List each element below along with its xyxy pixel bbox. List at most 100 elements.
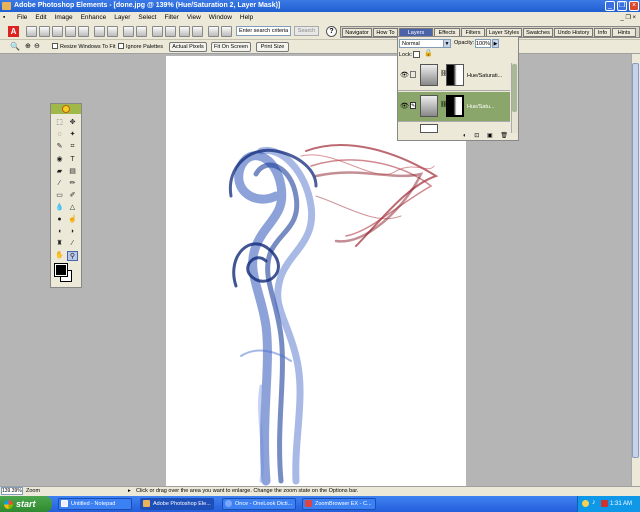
- attach-icon[interactable]: [136, 26, 147, 37]
- red-eye-icon[interactable]: ◉: [54, 155, 65, 165]
- type-tool-icon[interactable]: T: [67, 155, 78, 165]
- lock-icon[interactable]: 🔒: [424, 50, 433, 58]
- menu-layer[interactable]: Layer: [111, 12, 133, 23]
- tab-swatches[interactable]: Swatches: [523, 28, 553, 37]
- close-button[interactable]: ×: [629, 1, 639, 11]
- hand-tool-icon[interactable]: ✋: [54, 251, 65, 261]
- lasso-tool-icon[interactable]: ◌: [54, 130, 65, 140]
- clock[interactable]: 1:31 AM: [610, 496, 632, 512]
- tab-navigator[interactable]: Navigator: [342, 28, 372, 37]
- search-button[interactable]: Search: [294, 26, 319, 36]
- eyedropper-icon[interactable]: ⁄: [67, 239, 78, 249]
- import-icon[interactable]: [65, 26, 76, 37]
- email-icon[interactable]: [107, 26, 118, 37]
- step-forward-icon[interactable]: [165, 26, 176, 37]
- menu-image[interactable]: Image: [52, 12, 76, 23]
- magic-wand-icon[interactable]: ✦: [67, 130, 78, 140]
- minimize-button[interactable]: _: [605, 1, 615, 11]
- zoom-percentage-input[interactable]: 139.39%: [1, 487, 23, 495]
- pencil-tool-icon[interactable]: ✏: [67, 179, 78, 189]
- scrollbar-thumb[interactable]: [632, 63, 639, 458]
- print-icon[interactable]: [94, 26, 105, 37]
- task-onelook[interactable]: Once - OneLook Dicti...: [222, 498, 296, 510]
- visibility-eye-icon[interactable]: 👁: [400, 103, 409, 110]
- redo-icon[interactable]: [192, 26, 203, 37]
- menu-view[interactable]: View: [184, 12, 204, 23]
- layers-scroll-thumb[interactable]: [512, 64, 517, 112]
- blur-tool-icon[interactable]: 💧: [54, 203, 65, 213]
- task-zoombrowser[interactable]: ZoomBrowser EX - C...: [302, 498, 376, 510]
- blend-dropdown-arrow-icon[interactable]: ▼: [443, 39, 451, 48]
- help-icon[interactable]: ?: [326, 26, 337, 37]
- print-size-button[interactable]: Print Size: [256, 42, 289, 52]
- zoom-in-icon[interactable]: ⊕: [25, 42, 33, 52]
- actual-pixels-button[interactable]: Actual Pixels: [169, 42, 207, 52]
- menu-enhance[interactable]: Enhance: [78, 12, 110, 23]
- lock-transparency-checkbox[interactable]: [413, 51, 420, 58]
- search-input[interactable]: Enter search criteria: [236, 26, 291, 36]
- menu-select[interactable]: Select: [135, 12, 159, 23]
- ignore-palettes-checkbox[interactable]: [118, 43, 124, 49]
- tray-app-icon[interactable]: [582, 500, 589, 507]
- gradient-tool-icon[interactable]: ▤: [67, 167, 78, 177]
- brush-indicator-icon[interactable]: ✎: [410, 102, 416, 109]
- task-photoshop[interactable]: Adobe Photoshop Ele...: [140, 498, 214, 510]
- eraser-tool-icon[interactable]: ▭: [54, 191, 65, 201]
- undo-icon[interactable]: [179, 26, 190, 37]
- browse-icon[interactable]: [52, 26, 63, 37]
- layer-mask-thumbnail[interactable]: [446, 95, 464, 117]
- tab-undo-history[interactable]: Undo History: [554, 28, 593, 37]
- menu-edit[interactable]: Edit: [32, 12, 49, 23]
- document-window-controls[interactable]: _ ❐ ×: [606, 14, 636, 22]
- marquee-tool-icon[interactable]: ⬚: [54, 118, 65, 128]
- web-gallery-icon[interactable]: [123, 26, 134, 37]
- color-variation-icon[interactable]: [221, 26, 232, 37]
- document-menu-icon[interactable]: ▪: [0, 12, 12, 23]
- zoom-tool-selected-icon[interactable]: ⚲: [67, 251, 78, 261]
- dodge-tool-icon[interactable]: ◗: [67, 227, 78, 237]
- task-notepad[interactable]: Untitled - Notepad: [58, 498, 132, 510]
- impressionist-brush-icon[interactable]: ✐: [67, 191, 78, 201]
- layer-actions[interactable]: ◐ ⊡ ▣ 🗑: [463, 133, 518, 140]
- open-folder-icon[interactable]: [39, 26, 50, 37]
- status-arrow-icon[interactable]: ▸: [128, 487, 131, 495]
- menu-filter[interactable]: Filter: [161, 12, 181, 23]
- opacity-input[interactable]: 100%: [475, 39, 491, 48]
- windows-logo-icon: [4, 500, 13, 509]
- layer-row[interactable]: [398, 123, 510, 133]
- move-tool-icon[interactable]: ✥: [67, 118, 78, 128]
- resize-windows-checkbox[interactable]: [52, 43, 58, 49]
- brush-selection-icon[interactable]: ✎: [54, 142, 65, 152]
- new-file-icon[interactable]: [26, 26, 37, 37]
- tab-hints[interactable]: Hints: [612, 28, 636, 37]
- zoom-out-icon[interactable]: ⊖: [34, 42, 42, 52]
- link-checkbox[interactable]: [410, 71, 416, 78]
- maximize-button[interactable]: ❐: [617, 1, 627, 11]
- burn-tool-icon[interactable]: ◖: [54, 227, 65, 237]
- app-icon[interactable]: [2, 2, 11, 10]
- menu-help[interactable]: Help: [237, 12, 256, 23]
- opacity-slider-arrow-icon[interactable]: ▶: [492, 39, 499, 48]
- foreground-color-swatch[interactable]: [54, 263, 68, 277]
- security-icon[interactable]: [601, 500, 608, 507]
- tab-how-to[interactable]: How To: [373, 28, 398, 37]
- brush-tool-icon[interactable]: ⁄: [54, 179, 65, 189]
- sharpen-tool-icon[interactable]: △: [67, 203, 78, 213]
- quick-fix-icon[interactable]: [208, 26, 219, 37]
- paint-bucket-icon[interactable]: ▰: [54, 167, 65, 177]
- visibility-eye-icon[interactable]: 👁: [400, 72, 409, 79]
- tab-info[interactable]: Info: [594, 28, 611, 37]
- save-icon[interactable]: [78, 26, 89, 37]
- menu-file[interactable]: File: [14, 12, 30, 23]
- chain-link-icon[interactable]: ⛓: [440, 70, 448, 78]
- volume-icon[interactable]: ♪: [592, 499, 599, 507]
- crop-tool-icon[interactable]: ⌗: [67, 142, 78, 152]
- menu-window[interactable]: Window: [206, 12, 235, 23]
- sponge-tool-icon[interactable]: ●: [54, 215, 65, 225]
- step-back-icon[interactable]: [152, 26, 163, 37]
- fit-on-screen-button[interactable]: Fit On Screen: [211, 42, 251, 52]
- layer-mask-thumbnail[interactable]: [446, 64, 464, 86]
- chain-link-icon[interactable]: ⛓: [440, 101, 448, 109]
- smudge-tool-icon[interactable]: ☝: [67, 215, 78, 225]
- clone-stamp-icon[interactable]: ♜: [54, 239, 65, 249]
